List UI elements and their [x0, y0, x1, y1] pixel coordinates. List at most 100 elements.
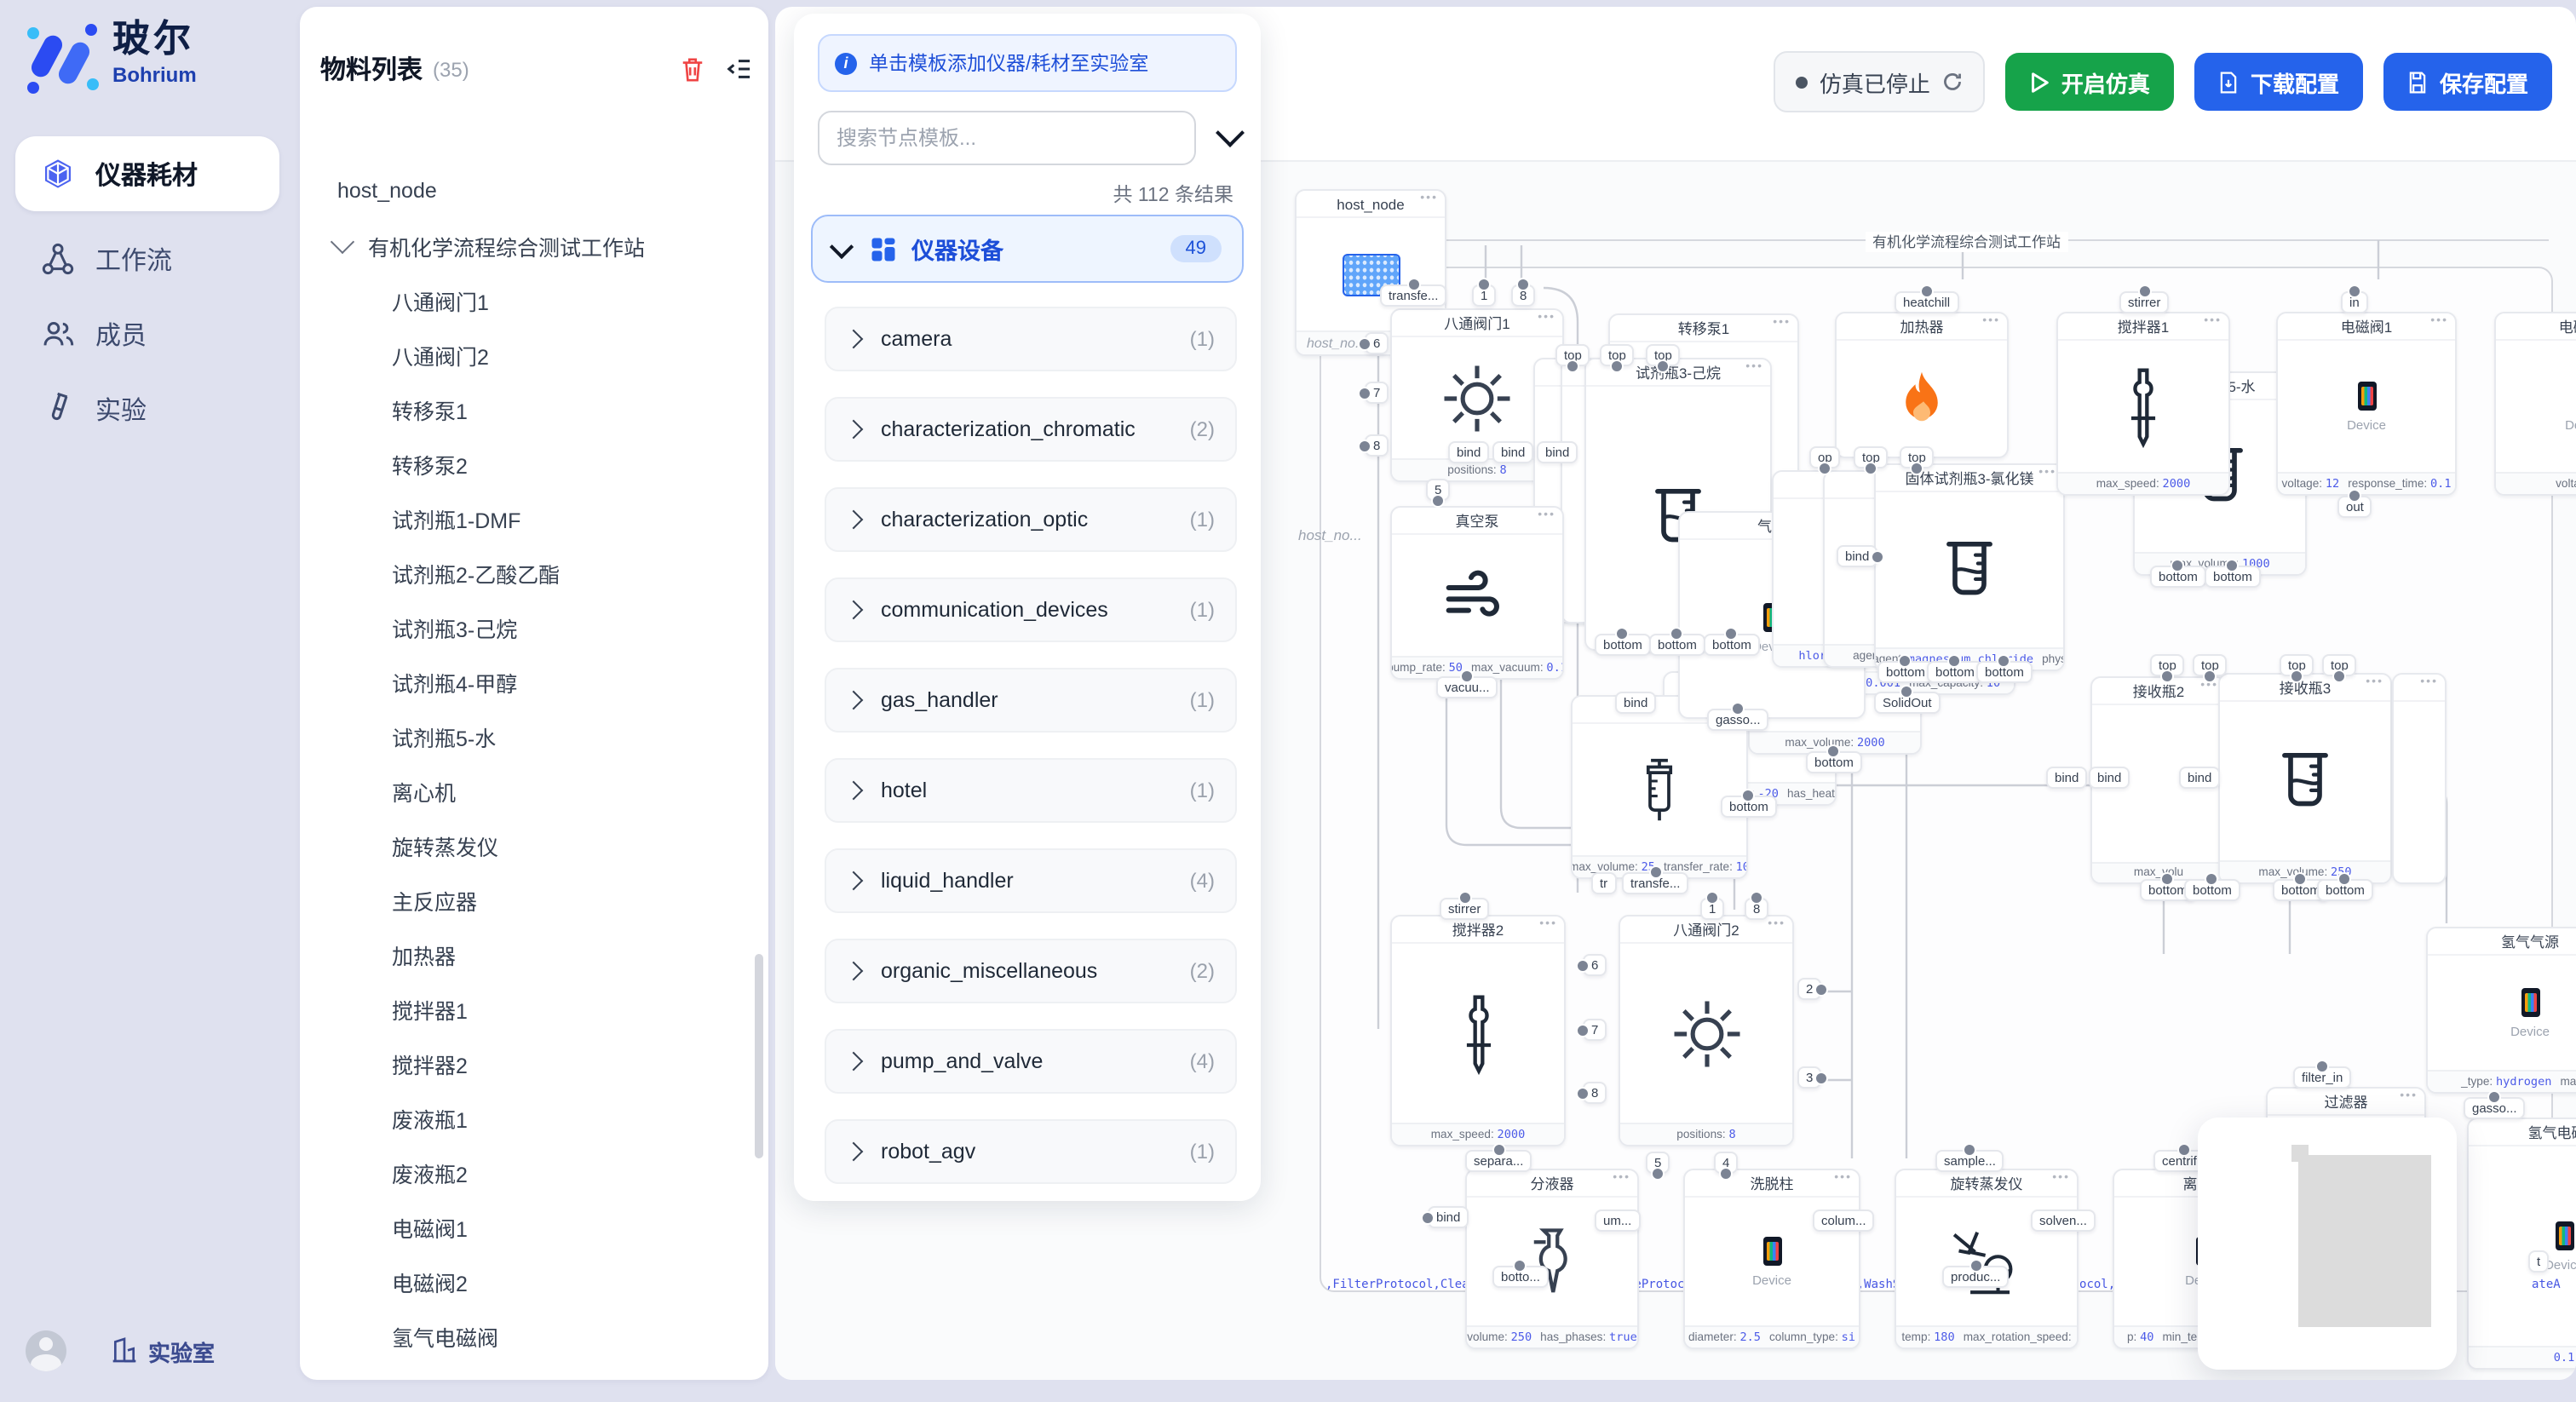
port-chip-top[interactable]: top	[1555, 344, 1590, 366]
port-chip-8[interactable]: 8	[1365, 434, 1389, 457]
tree-item-host-node[interactable]: host_node	[300, 164, 768, 218]
port-chip-produc[interactable]: produc...	[1942, 1266, 2009, 1288]
port-chip-bottom[interactable]: bottom	[1649, 634, 1705, 656]
node-separator[interactable]: 分液器•••volume: 250has_phases: true	[1465, 1169, 1639, 1349]
port-chip-6[interactable]: 6	[1365, 332, 1389, 354]
port-chip-8[interactable]: 8	[1583, 1082, 1607, 1104]
tree-item[interactable]: 真空泵	[300, 1363, 768, 1380]
save-config-button[interactable]: 保存配置	[2383, 53, 2552, 111]
tree-item[interactable]: 搅拌器1	[300, 981, 768, 1036]
tree-item[interactable]: 离心机	[300, 763, 768, 818]
node-menu-icon[interactable]: •••	[1539, 918, 1557, 930]
collapse-panel-chevron-icon[interactable]	[1216, 118, 1245, 147]
simulation-status-pill[interactable]: 仿真已停止	[1774, 51, 1985, 112]
port-chip-bottom[interactable]: bottom	[1721, 796, 1777, 818]
port-chip-top[interactable]: top	[1854, 446, 1889, 468]
tree-item[interactable]: 试剂瓶3-己烷	[300, 600, 768, 654]
node-menu-icon[interactable]: •••	[2400, 1090, 2418, 1102]
port-chip-5[interactable]: 5	[1646, 1152, 1670, 1174]
tree-item[interactable]: 八通阀门2	[300, 327, 768, 382]
port-chip-1[interactable]: 1	[1700, 898, 1724, 920]
port-chip-bottom[interactable]: bottom	[1976, 661, 2033, 683]
port-chip-gasso[interactable]: gasso...	[1707, 709, 1769, 731]
port-chip-stirrer[interactable]: stirrer	[2119, 291, 2169, 313]
category-row-characterization_optic[interactable]: characterization_optic(1)	[825, 487, 1237, 552]
node-menu-icon[interactable]: •••	[1982, 315, 2000, 327]
category-row-organic_miscellaneous[interactable]: organic_miscellaneous(2)	[825, 939, 1237, 1003]
port-chip-separa[interactable]: separa...	[1465, 1150, 1532, 1172]
port-chip-tr[interactable]: tr	[1591, 872, 1616, 894]
port-chip-bottom[interactable]: bottom	[1877, 661, 1934, 683]
port-chip-bottom[interactable]: bottom	[2184, 879, 2240, 901]
node-menu-icon[interactable]: •••	[2052, 1172, 2070, 1184]
port-chip-bind[interactable]: bind	[1615, 692, 1656, 714]
sidebar-item-workflow[interactable]: 工作流	[0, 221, 295, 296]
node-h2-solenoid-valve[interactable]: 氢气电磁阀•••Device0.1	[2467, 1118, 2576, 1370]
tree-item[interactable]: 转移泵2	[300, 436, 768, 491]
node-menu-icon[interactable]: •••	[1420, 192, 1438, 204]
port-chip-gasso[interactable]: gasso...	[2464, 1097, 2526, 1119]
category-row-hotel[interactable]: hotel(1)	[825, 758, 1237, 823]
tree-item[interactable]: 八通阀门1	[300, 273, 768, 327]
sidebar-item-laboratory[interactable]: 实验室	[111, 1335, 215, 1367]
port-chip-6[interactable]: 6	[1583, 954, 1607, 976]
node-valve8-2[interactable]: 八通阀门2•••positions: 8	[1619, 915, 1794, 1146]
trash-icon[interactable]	[680, 56, 705, 82]
node-menu-icon[interactable]: •••	[1745, 361, 1763, 373]
node-menu-icon[interactable]: •••	[2430, 315, 2448, 327]
node-menu-icon[interactable]: •••	[1613, 1172, 1630, 1184]
download-config-button[interactable]: 下载配置	[2194, 53, 2363, 111]
node-menu-icon[interactable]: •••	[2366, 676, 2383, 688]
collapse-list-icon[interactable]	[726, 56, 751, 82]
tree-item[interactable]: 试剂瓶4-甲醇	[300, 654, 768, 709]
category-row-gas_handler[interactable]: gas_handler(1)	[825, 668, 1237, 733]
port-chip-bind[interactable]: bind	[1537, 441, 1578, 463]
category-row-robot_agv[interactable]: robot_agv(1)	[825, 1119, 1237, 1184]
port-chip-2[interactable]: 2	[1797, 978, 1821, 1000]
category-row-characterization_chromatic[interactable]: characterization_chromatic(2)	[825, 397, 1237, 462]
node-menu-icon[interactable]: •••	[1538, 509, 1555, 521]
port-chip-colum[interactable]: colum...	[1813, 1210, 1875, 1232]
category-row-communication_devices[interactable]: communication_devices(1)	[825, 577, 1237, 642]
port-chip-bind[interactable]: bind	[1428, 1206, 1469, 1228]
port-chip-heatchill[interactable]: heatchill	[1895, 291, 1958, 313]
tree-item[interactable]: 旋转蒸发仪	[300, 818, 768, 872]
port-chip-in[interactable]: in	[2341, 291, 2368, 313]
category-group-instruments[interactable]: 仪器设备 49	[811, 215, 1244, 283]
node-menu-icon[interactable]: •••	[2420, 676, 2438, 688]
node-menu-icon[interactable]: •••	[1768, 918, 1785, 930]
node-h2-gas-source[interactable]: 氢气气源•••Device_type: hydrogenmax_pr	[2426, 927, 2576, 1094]
port-chip-top[interactable]: top	[2280, 654, 2314, 676]
tree-item[interactable]: 氢气电磁阀	[300, 1308, 768, 1363]
port-chip-top[interactable]: top	[2193, 654, 2228, 676]
port-chip-bind[interactable]: bind	[2089, 767, 2130, 789]
sidebar-item-members[interactable]: 成员	[0, 296, 295, 371]
search-template-input[interactable]	[818, 111, 1196, 165]
port-chip-stirrer[interactable]: stirrer	[1440, 898, 1489, 920]
node-elution-column[interactable]: 洗脱柱•••Devicediameter: 2.5column_type: si	[1683, 1169, 1860, 1349]
port-chip-sample[interactable]: sample...	[1935, 1150, 2004, 1172]
tree-item[interactable]: 转移泵1	[300, 382, 768, 436]
node-stirrer-2[interactable]: 搅拌器2•••max_speed: 2000	[1390, 915, 1566, 1146]
port-chip-SolidOut[interactable]: SolidOut	[1874, 692, 1941, 714]
port-chip-8[interactable]: 8	[1511, 284, 1535, 307]
port-chip-bottom[interactable]: bottom	[1704, 634, 1760, 656]
tree-item[interactable]: 主反应器	[300, 872, 768, 927]
port-chip-t[interactable]: t	[2528, 1250, 2549, 1273]
sidebar-item-experiments[interactable]: 实验	[0, 371, 295, 446]
port-chip-bind[interactable]: bind	[1492, 441, 1533, 463]
port-chip-top[interactable]: top	[2150, 654, 2185, 676]
node-menu-icon[interactable]: •••	[2038, 467, 2056, 479]
port-chip-bottom[interactable]: bottom	[2317, 879, 2373, 901]
node-receiver-x[interactable]: •••	[2392, 673, 2447, 884]
node-solenoid-valve-1[interactable]: 电磁阀1•••Devicevoltage: 12response_time: 0…	[2276, 312, 2457, 496]
port-chip-botto[interactable]: botto...	[1492, 1266, 1549, 1288]
port-chip-transfe[interactable]: transfe...	[1622, 872, 1688, 894]
sidebar-item-instruments[interactable]: 仪器耗材	[15, 136, 279, 211]
port-chip-7[interactable]: 7	[1583, 1019, 1607, 1041]
tree-item[interactable]: 搅拌器2	[300, 1036, 768, 1090]
port-chip-bottom[interactable]: bottom	[1806, 751, 1862, 773]
tree-group-workstation[interactable]: 有机化学流程综合测试工作站	[300, 218, 768, 273]
port-chip-out[interactable]: out	[2337, 496, 2372, 518]
node-heater[interactable]: 加热器•••	[1835, 312, 2009, 458]
